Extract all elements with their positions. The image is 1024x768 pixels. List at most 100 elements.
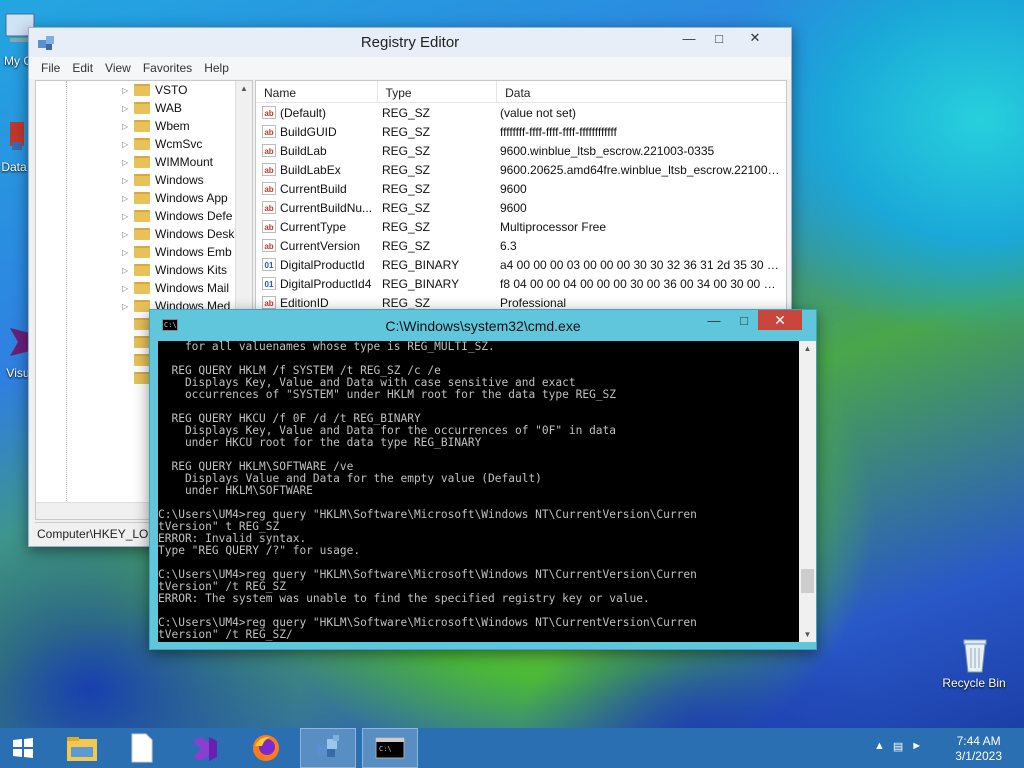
binary-value-icon: 01 [262, 277, 276, 290]
expand-arrow-icon[interactable]: ▷ [122, 284, 134, 293]
scrollbar-thumb[interactable] [801, 569, 814, 593]
minimize-button[interactable]: — [675, 28, 703, 48]
value-row[interactable]: ab BuildLabEx REG_SZ 9600.20625.amd64fre.wi… [256, 160, 786, 179]
expand-arrow-icon[interactable]: ▷ [122, 194, 134, 203]
column-header-name[interactable]: Name [256, 81, 378, 102]
taskbar-notepad[interactable] [114, 728, 170, 768]
menu-favorites[interactable]: Favorites [137, 61, 198, 75]
value-row[interactable]: ab CurrentVersion REG_SZ 6.3 [256, 236, 786, 255]
tree-item[interactable]: ▷ Windows Defe [122, 207, 232, 225]
close-button[interactable]: ✕ [758, 310, 802, 330]
string-value-icon: ab [262, 182, 276, 195]
folder-icon [134, 264, 150, 276]
scroll-down-icon[interactable]: ▼ [799, 630, 816, 639]
column-header-type[interactable]: Type [378, 81, 498, 102]
taskbar-command-prompt[interactable]: C:\ [362, 728, 418, 768]
expand-arrow-icon[interactable]: ▷ [122, 122, 134, 131]
show-hidden-icons-icon[interactable]: ▲ [874, 740, 885, 753]
folder-icon [134, 300, 150, 312]
tree-item[interactable]: ▷ Windows Desk [122, 225, 234, 243]
menu-view[interactable]: View [99, 61, 137, 75]
binary-value-icon: 01 [262, 258, 276, 271]
scroll-up-icon[interactable]: ▲ [799, 341, 816, 353]
console-scrollbar[interactable]: ▲ ▼ [799, 341, 816, 642]
menu-help[interactable]: Help [198, 61, 235, 75]
regedit-titlebar[interactable]: Registry Editor — □ ✕ [29, 28, 791, 57]
folder-icon [67, 737, 97, 761]
taskbar-file-explorer[interactable] [54, 728, 110, 768]
scroll-up-icon[interactable]: ▲ [236, 81, 252, 93]
expand-arrow-icon[interactable]: ▷ [122, 230, 134, 239]
expand-arrow-icon[interactable]: ▷ [122, 176, 134, 185]
string-value-icon: ab [262, 106, 276, 119]
taskbar-firefox[interactable] [238, 728, 294, 768]
tree-item[interactable]: ▷ Windows Kits [122, 261, 227, 279]
clock-time: 7:44 AM [956, 734, 1001, 748]
expand-arrow-icon[interactable]: ▷ [122, 140, 134, 149]
folder-icon [134, 102, 150, 114]
value-row[interactable]: ab CurrentType REG_SZ Multiprocessor Free [256, 217, 786, 236]
folder-icon [134, 336, 150, 348]
string-value-icon: ab [262, 125, 276, 138]
folder-icon [134, 372, 150, 384]
tree-item[interactable]: ▷ WIMMount [122, 153, 213, 171]
tree-item[interactable]: ▷ VSTO [122, 81, 187, 99]
start-button[interactable] [0, 728, 46, 768]
visual-studio-icon [193, 737, 217, 761]
cmd-titlebar[interactable]: C:\ C:\Windows\system32\cmd.exe — □ ✕ [150, 310, 816, 340]
value-row[interactable]: 01 DigitalProductId4 REG_BINARY f8 04 00 00… [256, 274, 786, 293]
maximize-button[interactable]: □ [705, 28, 733, 48]
expand-arrow-icon[interactable]: ▷ [122, 212, 134, 221]
minimize-button[interactable]: — [700, 310, 728, 330]
folder-icon [134, 354, 150, 366]
cmd-window[interactable]: C:\ C:\Windows\system32\cmd.exe — □ ✕ fo… [149, 309, 817, 650]
string-value-icon: ab [262, 201, 276, 214]
folder-icon [134, 138, 150, 150]
column-header-data[interactable]: Data [497, 81, 786, 102]
folder-icon [134, 246, 150, 258]
expand-arrow-icon[interactable]: ▷ [122, 104, 134, 113]
value-row[interactable]: 01 DigitalProductId REG_BINARY a4 00 00 00 … [256, 255, 786, 274]
string-value-icon: ab [262, 220, 276, 233]
folder-icon [134, 210, 150, 222]
regedit-menubar: File Edit View Favorites Help [29, 57, 791, 79]
svg-text:C:\: C:\ [379, 745, 392, 753]
tree-item[interactable]: ▷ WAB [122, 99, 182, 117]
expand-arrow-icon[interactable]: ▷ [122, 158, 134, 167]
folder-icon [134, 192, 150, 204]
string-value-icon: ab [262, 144, 276, 157]
value-row[interactable]: ab CurrentBuild REG_SZ 9600 [256, 179, 786, 198]
taskbar-registry-editor[interactable] [300, 728, 356, 768]
value-row[interactable]: ab CurrentBuildNu... REG_SZ 9600 [256, 198, 786, 217]
tree-item[interactable]: ▷ Windows Mail [122, 279, 229, 297]
expand-arrow-icon[interactable]: ▷ [122, 86, 134, 95]
values-header: Name Type Data [256, 81, 786, 103]
close-button[interactable]: ✕ [733, 28, 777, 48]
taskbar-visual-studio[interactable] [176, 728, 232, 768]
network-icon[interactable]: ▤ [893, 740, 903, 753]
value-row[interactable]: ab (Default) REG_SZ (value not set) [256, 103, 786, 122]
tree-item[interactable]: ▷ Wbem [122, 117, 190, 135]
menu-file[interactable]: File [35, 61, 66, 75]
desktop-icon-recycle-bin[interactable]: Recycle Bin [938, 632, 1010, 690]
expand-arrow-icon[interactable]: ▷ [122, 302, 134, 311]
value-row[interactable]: ab BuildGUID REG_SZ ffffffff-ffff-ffff-ffff… [256, 122, 786, 141]
expand-arrow-icon[interactable]: ▷ [122, 266, 134, 275]
console-text: for all valuenames whose type is REG_MUL… [158, 341, 697, 641]
windows-logo-icon [13, 738, 33, 758]
clock-date: 3/1/2023 [955, 749, 1002, 763]
maximize-button[interactable]: □ [730, 310, 758, 330]
clock[interactable]: 7:44 AM 3/1/2023 [955, 734, 1002, 764]
volume-icon[interactable]: ► [911, 740, 922, 753]
value-row[interactable]: ab BuildLab REG_SZ 9600.winblue_ltsb_escrow… [256, 141, 786, 160]
expand-arrow-icon[interactable]: ▷ [122, 248, 134, 257]
tree-item[interactable]: ▷ WcmSvc [122, 135, 202, 153]
tree-guide-lines [66, 81, 126, 501]
desktop-icon-label: Recycle Bin [942, 676, 1006, 690]
tree-item[interactable]: ▷ Windows [122, 171, 204, 189]
console-output[interactable]: for all valuenames whose type is REG_MUL… [158, 341, 799, 642]
registry-editor-icon [317, 735, 339, 757]
menu-edit[interactable]: Edit [66, 61, 99, 75]
tree-item[interactable]: ▷ Windows Emb [122, 243, 232, 261]
tree-item[interactable]: ▷ Windows App [122, 189, 228, 207]
